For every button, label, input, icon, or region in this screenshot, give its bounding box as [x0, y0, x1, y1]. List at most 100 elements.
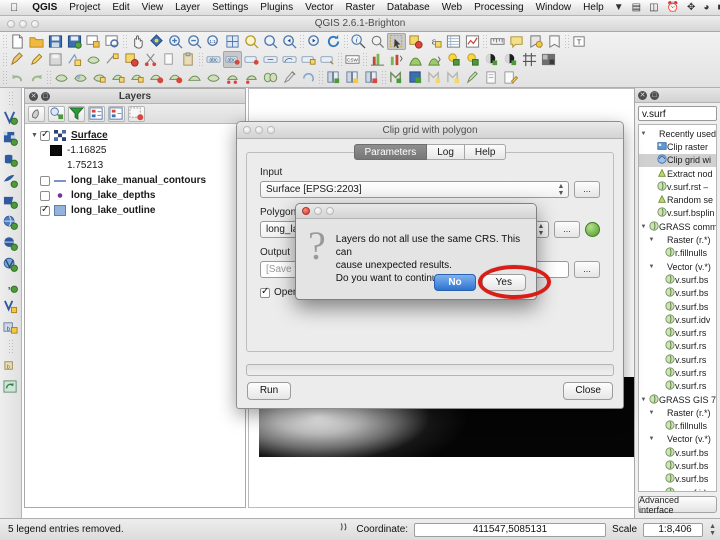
chevron-down-icon[interactable]: ▼: [647, 436, 656, 442]
decrease-contrast-icon[interactable]: [501, 51, 520, 68]
map-tips-icon[interactable]: [507, 33, 526, 50]
edit-attributes-icon[interactable]: [501, 69, 520, 86]
coordinate-input[interactable]: 411547,5085131: [414, 522, 607, 537]
toolbar-grip[interactable]: [299, 33, 305, 49]
toolbox-item[interactable]: ▼ GRASS commar: [639, 220, 716, 233]
input-browse-button[interactable]: ...: [574, 181, 600, 198]
toolbox-item[interactable]: ▼ Vector (v.*): [639, 433, 716, 446]
toolbar-grip[interactable]: [564, 33, 570, 49]
menu-item-web[interactable]: Web: [436, 0, 468, 16]
zoom-alert-button[interactable]: [326, 207, 334, 215]
georeferencer-icon[interactable]: [520, 51, 539, 68]
toolbar-grip[interactable]: [198, 51, 204, 67]
toolbar-grip[interactable]: [46, 69, 52, 85]
chevron-updown-icon[interactable]: ▲ ▼: [557, 183, 565, 197]
tab-help[interactable]: Help: [464, 144, 507, 160]
close-alert-button[interactable]: [302, 207, 310, 215]
layer-item-long-lake-manual-contours[interactable]: long_lake_manual_contours: [29, 173, 245, 188]
screen-share-icon[interactable]: ▤: [628, 2, 645, 13]
split-parts-icon[interactable]: [242, 69, 261, 86]
add-vector-layer-icon[interactable]: [1, 108, 20, 127]
rotate-feature-icon[interactable]: [52, 69, 71, 86]
zoom-next-icon[interactable]: [305, 33, 324, 50]
toolbox-item[interactable]: r.fillnulls: [639, 420, 716, 433]
run-button[interactable]: Run: [247, 382, 291, 400]
select-by-expression-icon[interactable]: ε: [425, 33, 444, 50]
chevron-down-icon[interactable]: ▼: [647, 237, 656, 243]
input-layer-select[interactable]: Surface [EPSG:2203] ▲ ▼: [260, 181, 569, 198]
zoom-window-button[interactable]: [31, 19, 39, 28]
chevron-updown-icon[interactable]: ▲ ▼: [709, 523, 716, 537]
yes-button[interactable]: Yes: [481, 274, 526, 291]
filter-layer-icon[interactable]: [444, 69, 463, 86]
layer-visibility-checkbox[interactable]: [40, 190, 50, 201]
chevron-down-icon[interactable]: ▼: [639, 131, 648, 137]
zoom-full-icon[interactable]: [223, 33, 242, 50]
zoom-in-icon[interactable]: [166, 33, 185, 50]
raster-profile-icon[interactable]: [406, 51, 425, 68]
tab-parameters[interactable]: Parameters: [353, 144, 428, 160]
advanced-interface-button[interactable]: Advanced interface: [638, 495, 717, 515]
toolbox-item[interactable]: v.surf.bs: [639, 273, 716, 286]
toolbox-item[interactable]: ▼ GRASS GIS 7 co: [639, 393, 716, 406]
add-wcs-layer-icon[interactable]: [1, 234, 20, 253]
delete-ring-icon[interactable]: [147, 69, 166, 86]
window-controls[interactable]: [0, 19, 39, 28]
rotate-label-icon[interactable]: [280, 51, 299, 68]
pan-to-selection-icon[interactable]: [147, 33, 166, 50]
menu-item-database[interactable]: Database: [381, 0, 436, 16]
layer-visibility-checkbox[interactable]: [40, 175, 50, 186]
toolbar-grip[interactable]: [337, 51, 343, 67]
layers-tree[interactable]: ▼ Surface -1.16825 1.75213 long_lake_m: [25, 124, 245, 507]
identify-features-icon[interactable]: i: [349, 33, 368, 50]
toolbox-item[interactable]: v.surf.bs: [639, 459, 716, 472]
toolbar-grip[interactable]: [381, 69, 387, 85]
add-feature-icon[interactable]: [65, 51, 84, 68]
chevron-down-icon[interactable]: ▼: [29, 132, 40, 139]
chevron-down-icon[interactable]: ▼: [647, 410, 656, 416]
menu-item-window[interactable]: Window: [530, 0, 578, 16]
add-wms-layer-icon[interactable]: [1, 213, 20, 232]
add-postgis-layer-icon[interactable]: [1, 150, 20, 169]
new-print-composer-icon[interactable]: [84, 33, 103, 50]
current-edits-icon[interactable]: [8, 51, 27, 68]
show-hide-labels-icon[interactable]: [242, 51, 261, 68]
toolbox-item[interactable]: r.fillnulls: [639, 247, 716, 260]
bluetooth-icon[interactable]: ✥: [683, 2, 699, 13]
open-project-icon[interactable]: [27, 33, 46, 50]
toolbox-algorithm-tree[interactable]: ▼ Recently used algo Clip raster Clip grid…: [638, 124, 717, 492]
zoom-to-layer-icon[interactable]: [261, 33, 280, 50]
filter-legend-by-map-icon[interactable]: [48, 105, 65, 122]
toolbox-item[interactable]: Random se: [639, 193, 716, 206]
simplify-feature-icon[interactable]: [71, 69, 90, 86]
delete-part-icon[interactable]: [166, 69, 185, 86]
toolbox-item[interactable]: v.surf.idv: [639, 313, 716, 326]
toolbar-grip[interactable]: [482, 33, 488, 49]
raster-histogram-icon[interactable]: [368, 51, 387, 68]
menu-item-vector[interactable]: Vector: [299, 0, 339, 16]
menu-item-edit[interactable]: Edit: [106, 0, 135, 16]
toolbox-item[interactable]: v.surf.rs: [639, 380, 716, 393]
layer-visibility-checkbox[interactable]: [40, 129, 50, 141]
toolbox-item[interactable]: v.surf.rs: [639, 353, 716, 366]
toolbox-item[interactable]: Clip grid wi: [639, 153, 716, 167]
add-ring-icon[interactable]: [90, 69, 109, 86]
layer-visibility-checkbox[interactable]: [40, 204, 50, 216]
toolbox-item[interactable]: v.surf.bs: [639, 446, 716, 459]
delete-selected-icon[interactable]: [122, 51, 141, 68]
menu-item-raster[interactable]: Raster: [339, 0, 380, 16]
rotate-point-symbols-icon[interactable]: [299, 69, 318, 86]
save-as-layer-icon[interactable]: [406, 69, 425, 86]
toolbox-item[interactable]: v.surf.bs: [639, 473, 716, 486]
toolbar-grip[interactable]: [343, 33, 349, 49]
chevron-down-icon[interactable]: ▼: [647, 264, 656, 270]
new-vector-layer-icon[interactable]: [324, 69, 343, 86]
open-output-checkbox[interactable]: [260, 286, 270, 298]
zoom-last-icon[interactable]: [280, 33, 299, 50]
select-features-icon[interactable]: [387, 32, 406, 50]
menu-item-settings[interactable]: Settings: [206, 0, 254, 16]
pan-map-icon[interactable]: [128, 33, 147, 50]
toolbar-grip[interactable]: [362, 51, 368, 67]
toolbox-item[interactable]: v.surf.idv: [639, 486, 716, 491]
toolbox-item[interactable]: ▼ Raster (r.*): [639, 233, 716, 246]
